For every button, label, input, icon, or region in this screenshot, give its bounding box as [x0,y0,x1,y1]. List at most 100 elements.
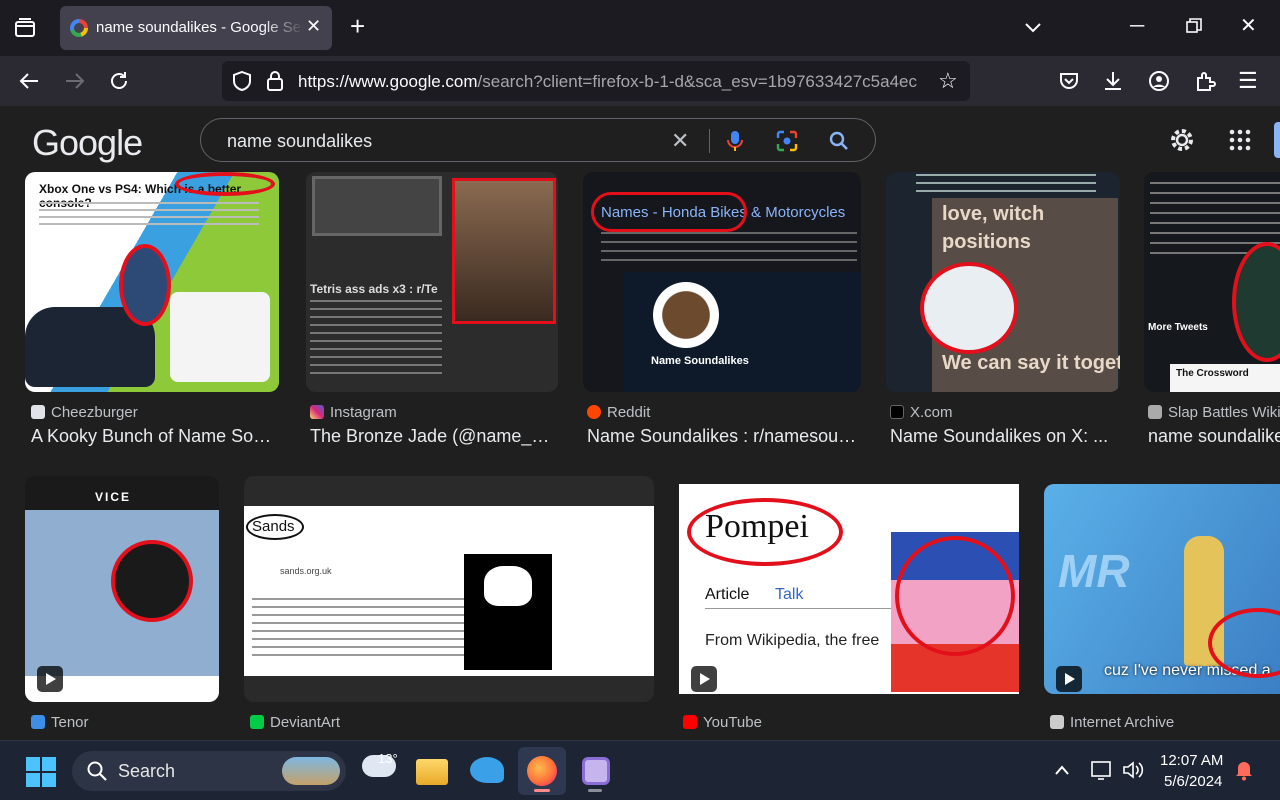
search-input[interactable]: name soundalikes ✕ [200,118,876,162]
result-source[interactable]: Reddit [587,404,650,421]
show-hidden-icons-icon[interactable] [1054,763,1070,781]
youtube-favicon-icon [683,715,697,729]
red-highlight-circle [920,262,1018,354]
thumb-logo-text: VICE [95,490,132,504]
active-tab[interactable]: name soundalikes - Google Search ✕ [60,6,332,50]
file-explorer-icon[interactable] [416,759,448,785]
url-text[interactable]: https://www.google.com/search?client=fir… [298,72,928,92]
result-source[interactable]: Tenor [31,714,89,731]
dolphin-app-icon[interactable] [470,757,504,783]
deviantart-favicon-icon [250,715,264,729]
thumb-profile-name: Name Soundalikes [651,355,749,367]
windows-start-icon[interactable] [26,757,56,792]
wiki-body-text [252,598,464,658]
app-menu-icon[interactable]: ☰ [1238,70,1258,92]
tweet-header [916,174,1096,194]
cheezburger-favicon-icon [31,405,45,419]
result-thumbnail[interactable]: VICE [25,476,219,702]
thumb-body-text [601,232,857,262]
sign-in-button-edge[interactable] [1274,122,1280,158]
navigation-toolbar: https://www.google.com/search?client=fir… [0,56,1280,106]
mr-beast-logo: MR [1058,545,1130,597]
result-thumbnail[interactable]: Tetris ass ads x3 : r/Te [306,172,558,392]
search-icon[interactable] [827,129,851,158]
app-icon[interactable] [582,757,610,785]
google-header: Google name soundalikes ✕ [0,106,1280,172]
search-query[interactable]: name soundalikes [227,131,372,152]
search-highlight-image [282,757,340,785]
thumb-tv [312,176,442,236]
app-indicator [588,789,602,792]
new-tab-icon[interactable]: + [350,13,365,39]
search-icon [86,760,108,787]
minimize-icon[interactable]: ─ [1130,16,1144,36]
instagram-favicon-icon [310,405,324,419]
close-window-icon[interactable]: ✕ [1240,16,1257,36]
volume-icon[interactable] [1122,760,1144,785]
lens-search-icon[interactable] [775,129,799,158]
result-source[interactable]: Instagram [310,404,397,421]
tab-overview-icon[interactable] [14,18,36,42]
result-thumbnail[interactable]: Sands sands.org.uk [244,476,654,702]
pocket-icon[interactable] [1058,70,1080,96]
taskbar-search-label: Search [118,761,176,781]
result-title[interactable]: A Kooky Bunch of Name Sound... [31,426,277,447]
lock-icon[interactable] [266,70,284,96]
thumb-headline: Tetris ass ads x3 : r/Te [310,282,438,296]
avatar [653,282,719,348]
account-icon[interactable] [1148,70,1170,96]
red-highlight-oval [246,514,304,540]
network-icon[interactable] [1090,760,1112,785]
settings-gear-icon[interactable] [1168,126,1196,159]
result-thumbnail[interactable]: More Tweets The Crossword [1144,172,1280,392]
result-source[interactable]: YouTube [683,714,762,731]
result-thumbnail[interactable]: Names - Honda Bikes & Motorcycles Name S… [583,172,861,392]
shield-icon[interactable] [232,70,252,96]
result-title[interactable]: name soundalikes [1148,426,1280,447]
thumb-subtext: From Wikipedia, the free [705,632,880,649]
reddit-favicon-icon [587,405,601,419]
result-source[interactable]: X.com [890,404,953,421]
list-all-tabs-icon[interactable] [1024,18,1042,38]
clock-date[interactable]: 5/6/2024 [1164,773,1222,790]
result-thumbnail[interactable]: love, witch positions We can say it toge… [886,172,1120,392]
result-source[interactable]: DeviantArt [250,714,340,731]
result-source[interactable]: Cheezburger [31,404,138,421]
red-highlight-oval [175,172,275,196]
sans-face [484,566,532,606]
active-indicator [534,789,550,792]
result-title[interactable]: The Bronze Jade (@name_soundalikes... [310,426,556,447]
notification-bell-icon[interactable] [1234,759,1254,786]
tab-bar: name soundalikes - Google Search ✕ + ─ ✕ [0,0,1280,56]
tab-title: name soundalikes - Google Search [96,19,304,36]
tab-underline [705,608,895,609]
reload-icon[interactable] [108,70,130,96]
google-logo[interactable]: Google [32,122,143,164]
close-tab-icon[interactable]: ✕ [306,16,321,37]
clock-time[interactable]: 12:07 AM [1160,752,1223,769]
result-title[interactable]: Name Soundalikes on X: ... [890,426,1120,447]
result-thumbnail[interactable]: Pompei Article Talk From Wikipedia, the … [679,484,1019,694]
weather-temperature[interactable]: 13° [378,751,398,766]
result-source[interactable]: Internet Archive [1050,714,1174,731]
x-favicon-icon [890,405,904,419]
extensions-icon[interactable] [1194,70,1216,96]
bookmark-star-icon[interactable]: ☆ [938,70,958,92]
result-thumbnail[interactable]: Xbox One vs PS4: Which is a better conso… [25,172,279,392]
google-apps-icon[interactable] [1228,128,1252,157]
result-source[interactable]: Slap Battles Wiki [1148,404,1280,421]
tenor-favicon-icon [31,715,45,729]
thumb-headline: More Tweets [1148,322,1208,333]
back-icon[interactable] [18,70,40,96]
clear-search-icon[interactable]: ✕ [671,128,689,154]
result-title[interactable]: Name Soundalikes : r/namesoundalikes [587,426,859,447]
address-bar[interactable]: https://www.google.com/search?client=fir… [222,61,970,101]
firefox-taskbar-button[interactable] [518,747,566,795]
slap-battles-favicon-icon [1148,405,1162,419]
restore-icon[interactable] [1186,18,1202,38]
result-thumbnail[interactable]: MR cuz I've never missed a [1044,484,1280,694]
voice-search-icon[interactable] [725,129,745,158]
downloads-icon[interactable] [1102,70,1124,96]
play-icon [1056,666,1082,692]
taskbar-search[interactable]: Search [72,751,346,791]
